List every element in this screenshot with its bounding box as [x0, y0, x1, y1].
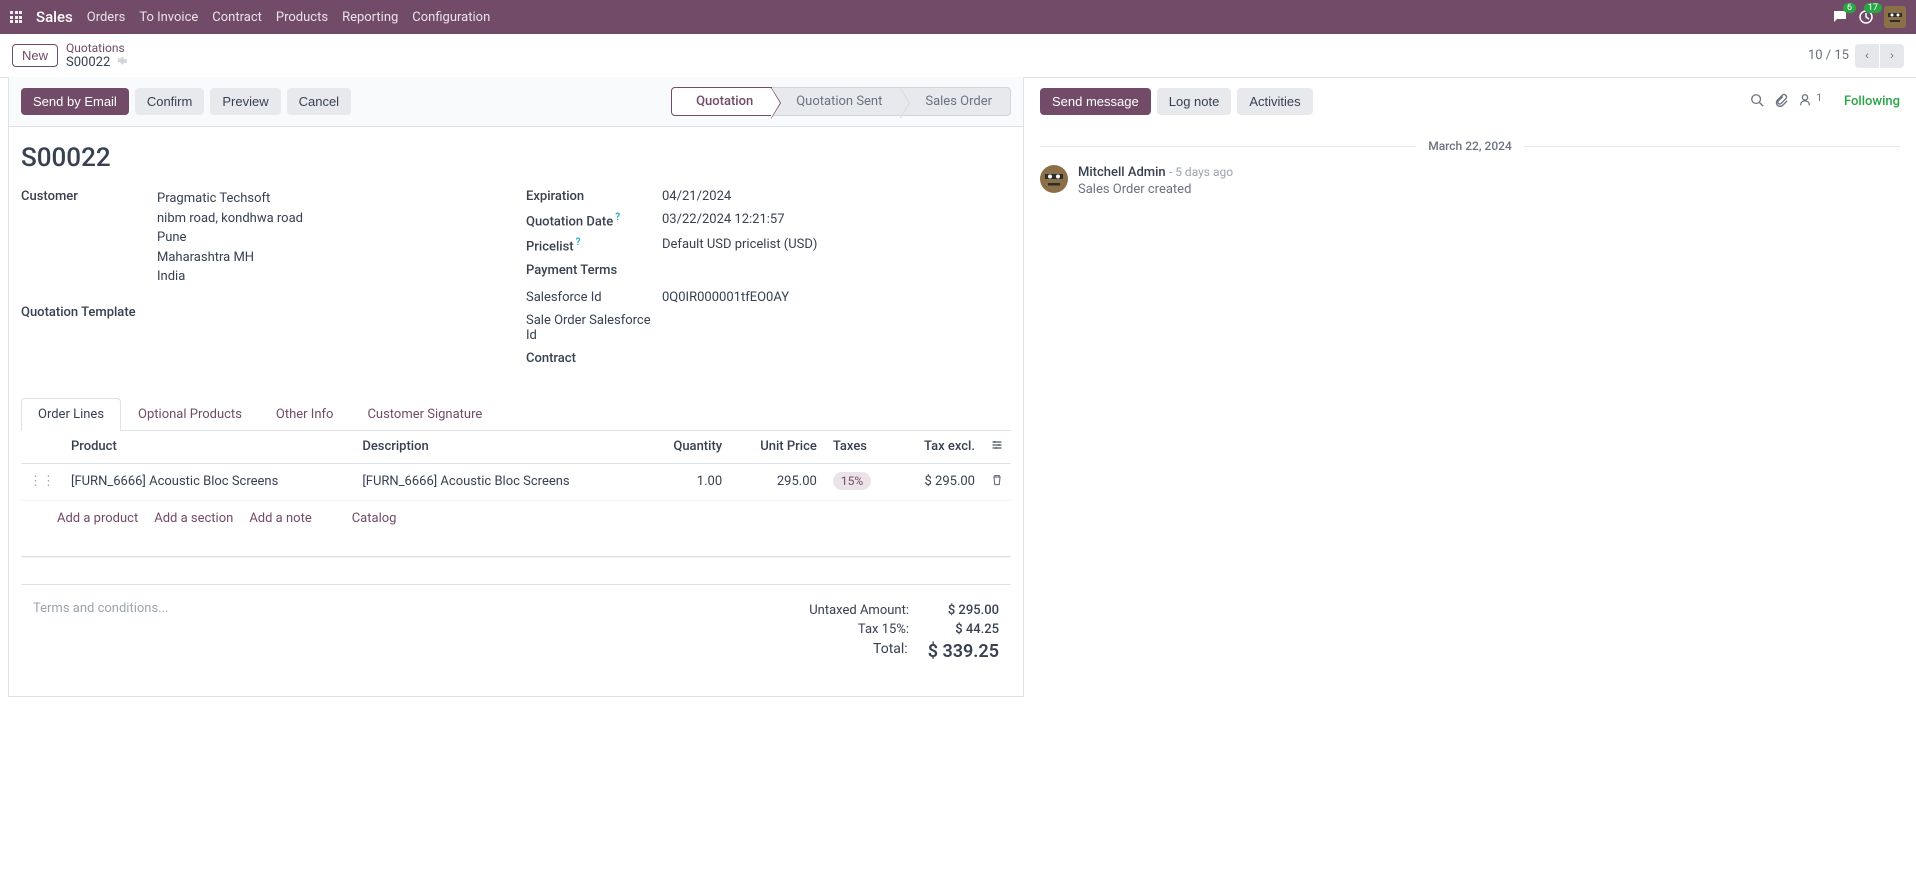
tab-order-lines[interactable]: Order Lines [21, 398, 121, 431]
quotation-date-value[interactable]: 03/22/2024 12:21:57 [656, 212, 785, 227]
chat-badge: 6 [1843, 3, 1856, 13]
search-icon[interactable] [1750, 93, 1764, 111]
terms-input[interactable]: Terms and conditions... [33, 601, 788, 664]
help-icon[interactable]: ? [615, 212, 620, 223]
add-section-link[interactable]: Add a section [154, 511, 233, 526]
expiration-value[interactable]: 04/21/2024 [656, 189, 731, 204]
preview-button[interactable]: Preview [210, 88, 280, 115]
untaxed-label: Untaxed Amount: [789, 603, 909, 618]
payment-terms-label: Payment Terms [526, 263, 656, 278]
chatter-message: Mitchell Admin - 5 days ago Sales Order … [1040, 165, 1900, 197]
cell-quantity[interactable]: 1.00 [646, 463, 731, 500]
topbar: Sales Orders To Invoice Contract Product… [0, 0, 1916, 34]
total-label: Total: [788, 641, 908, 662]
order-lines-table: Product Description Quantity Unit Price … [21, 431, 1011, 501]
activities-button[interactable]: Activities [1237, 88, 1312, 115]
send-message-button[interactable]: Send message [1040, 88, 1151, 115]
send-email-button[interactable]: Send by Email [21, 88, 129, 115]
date-separator: March 22, 2024 [1416, 139, 1524, 153]
breadcrumb-parent[interactable]: Quotations [66, 41, 128, 55]
customer-value[interactable]: Pragmatic Techsoft nibm road, kondhwa ro… [151, 189, 303, 287]
breadcrumb-current: S00022 [66, 55, 110, 70]
quotation-template-label: Quotation Template [21, 305, 151, 320]
add-product-link[interactable]: Add a product [57, 511, 138, 526]
quotation-date-label: Quotation Date? [526, 212, 656, 229]
cell-tax-excl: $ 295.00 [896, 463, 983, 500]
add-note-link[interactable]: Add a note [249, 511, 311, 526]
contract-label: Contract [526, 351, 656, 366]
table-row[interactable]: ⋮⋮ [FURN_6666] Acoustic Bloc Screens [FU… [21, 463, 1011, 500]
pager-text[interactable]: 10 / 15 [1808, 48, 1849, 63]
tax-value: $ 44.25 [929, 622, 999, 637]
subheader: New Quotations S00022 10 / 15 ‹ › [0, 34, 1916, 78]
tax-label: Tax 15%: [789, 622, 909, 637]
nav-configuration[interactable]: Configuration [412, 10, 490, 25]
new-button[interactable]: New [12, 44, 58, 67]
pricelist-label: Pricelist? [526, 237, 656, 254]
activity-icon[interactable]: 17 [1858, 9, 1874, 25]
nav-reporting[interactable]: Reporting [342, 10, 398, 25]
activity-badge: 17 [1864, 3, 1882, 13]
total-value: $ 339.25 [928, 641, 999, 662]
following-button[interactable]: Following [1844, 94, 1900, 109]
pricelist-value[interactable]: Default USD pricelist (USD) [656, 237, 817, 252]
status-sales-order[interactable]: Sales Order [900, 87, 1011, 116]
followers-icon[interactable] [1798, 93, 1812, 111]
expiration-label: Expiration [526, 189, 656, 204]
col-product[interactable]: Product [63, 431, 354, 464]
cell-unit-price[interactable]: 295.00 [730, 463, 825, 500]
col-description[interactable]: Description [354, 431, 645, 464]
salesforce-id-label: Salesforce Id [526, 290, 656, 305]
col-quantity[interactable]: Quantity [646, 431, 731, 464]
tabs: Order Lines Optional Products Other Info… [21, 398, 1011, 431]
tab-other-info[interactable]: Other Info [259, 398, 351, 430]
catalog-link[interactable]: Catalog [352, 511, 397, 526]
cell-taxes[interactable]: 15% [825, 463, 896, 500]
col-tax-excl[interactable]: Tax excl. [896, 431, 983, 464]
untaxed-value: $ 295.00 [929, 603, 999, 618]
msg-author[interactable]: Mitchell Admin [1078, 165, 1166, 180]
tab-customer-signature[interactable]: Customer Signature [350, 398, 499, 430]
nav-orders[interactable]: Orders [87, 10, 126, 25]
drag-handle-icon[interactable]: ⋮⋮ [21, 463, 63, 500]
follower-count: 1 [1816, 93, 1822, 104]
actionbar: Send by Email Confirm Preview Cancel Quo… [9, 77, 1023, 127]
delete-row-icon[interactable] [991, 475, 1003, 490]
log-note-button[interactable]: Log note [1157, 88, 1232, 115]
status-quotation[interactable]: Quotation [671, 87, 772, 116]
sale-order-sf-id-label: Sale Order Salesforce Id [526, 313, 656, 343]
salesforce-id-value[interactable]: 0Q0IR000001tfEO0AY [656, 290, 789, 305]
customer-label: Customer [21, 189, 151, 204]
record-title: S00022 [21, 143, 1011, 173]
cancel-button[interactable]: Cancel [287, 88, 351, 115]
nav-to-invoice[interactable]: To Invoice [139, 10, 198, 25]
user-avatar[interactable] [1884, 6, 1906, 28]
gear-icon[interactable] [116, 55, 128, 71]
chat-icon[interactable]: 6 [1832, 9, 1848, 25]
confirm-button[interactable]: Confirm [135, 88, 205, 115]
nav-contract[interactable]: Contract [212, 10, 262, 25]
msg-text: Sales Order created [1078, 182, 1233, 197]
app-name[interactable]: Sales [36, 8, 73, 26]
msg-avatar[interactable] [1040, 165, 1068, 193]
cell-description[interactable]: [FURN_6666] Acoustic Bloc Screens [354, 463, 645, 500]
attachment-icon[interactable] [1774, 93, 1788, 111]
col-taxes[interactable]: Taxes [825, 431, 896, 464]
msg-time: - 5 days ago [1169, 165, 1233, 179]
tab-optional-products[interactable]: Optional Products [121, 398, 259, 430]
col-unit-price[interactable]: Unit Price [730, 431, 825, 464]
help-icon[interactable]: ? [576, 237, 581, 248]
cell-product[interactable]: [FURN_6666] Acoustic Bloc Screens [63, 463, 354, 500]
chatter: Send message Log note Activities 1 Follo… [1024, 78, 1916, 697]
pager-next-button[interactable]: › [1880, 44, 1904, 68]
status-quotation-sent[interactable]: Quotation Sent [771, 87, 901, 116]
nav-products[interactable]: Products [276, 10, 328, 25]
columns-settings-icon[interactable] [991, 440, 1003, 455]
pager-prev-button[interactable]: ‹ [1855, 44, 1879, 68]
apps-icon[interactable] [10, 11, 22, 23]
